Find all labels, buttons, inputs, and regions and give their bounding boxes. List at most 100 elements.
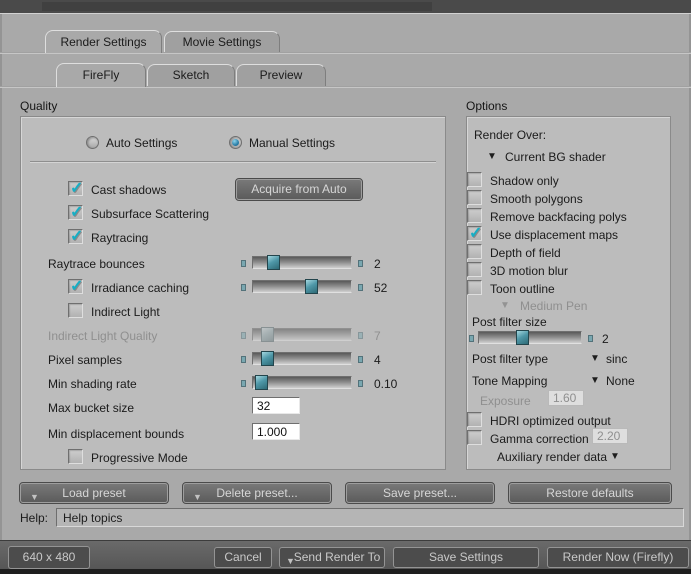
titlebar-inset	[42, 2, 432, 11]
progressive-mode-label: Progressive Mode	[91, 451, 188, 465]
use-displacement-maps-checkbox[interactable]	[467, 223, 482, 243]
send-render-to-button[interactable]: ▼ Send Render To	[279, 547, 385, 568]
load-preset-button[interactable]: ▼ Load preset	[19, 482, 169, 504]
cast-shadows-checkbox[interactable]	[68, 178, 83, 198]
manual-settings-label: Manual Settings	[249, 136, 336, 150]
irradiance-caching-checkbox[interactable]	[68, 276, 83, 296]
hdri-optimized-output-checkbox[interactable]	[467, 412, 482, 427]
render-over-dropdown-arrow-icon[interactable]: ▼	[487, 151, 497, 163]
render-now-button[interactable]: Render Now (Firefly)	[547, 547, 689, 568]
max-bucket-size-label: Max bucket size	[48, 401, 135, 415]
render-over-value[interactable]: Current BG shader	[505, 150, 606, 164]
use-displacement-maps-label: Use displacement maps	[490, 228, 619, 242]
smooth-polygons-label: Smooth polygons	[490, 192, 583, 206]
irradiance-caching-label: Irradiance caching	[91, 281, 190, 295]
delete-preset-button[interactable]: ▼ Delete preset...	[182, 482, 332, 504]
gamma-correction-input	[592, 428, 628, 444]
cancel-label: Cancel	[224, 550, 262, 564]
irradiance-caching-value: 52	[374, 281, 388, 295]
irradiance-caching-slider[interactable]	[252, 279, 352, 294]
gamma-correction-label: Gamma correction	[490, 432, 589, 446]
raytrace-bounces-label: Raytrace bounces	[48, 257, 145, 271]
auto-settings-radio[interactable]	[86, 136, 99, 149]
tab-render-settings[interactable]: Render Settings	[45, 30, 162, 53]
progressive-mode-checkbox[interactable]	[68, 449, 83, 464]
motion-blur-label: 3D motion blur	[490, 264, 569, 278]
irradiance-caching-left-cap	[241, 284, 246, 291]
depth-of-field-label: Depth of field	[490, 246, 561, 260]
save-preset-button[interactable]: Save preset...	[345, 482, 495, 504]
post-filter-size-label: Post filter size	[472, 315, 547, 329]
send-render-to-dropdown-arrow-icon: ▼	[286, 556, 295, 566]
manual-settings-radio[interactable]	[229, 136, 242, 149]
subsurface-scattering-checkbox[interactable]	[68, 202, 83, 222]
toon-outline-checkbox[interactable]	[467, 280, 482, 295]
depth-of-field-checkbox[interactable]	[467, 244, 482, 259]
delete-preset-dropdown-arrow-icon: ▼	[193, 492, 202, 502]
gamma-correction-checkbox[interactable]	[467, 430, 482, 445]
resolution-label: 640 x 480	[22, 550, 76, 564]
restore-defaults-button[interactable]: Restore defaults	[508, 482, 672, 504]
save-settings-button[interactable]: Save Settings	[393, 547, 539, 568]
indirect-light-quality-left-cap	[241, 332, 246, 339]
post-filter-size-thumb[interactable]	[515, 330, 529, 345]
render-now-label: Render Now (Firefly)	[562, 550, 674, 564]
motion-blur-checkbox[interactable]	[467, 262, 482, 277]
hdri-optimized-output-label: HDRI optimized output	[490, 414, 611, 428]
restore-defaults-label: Restore defaults	[546, 486, 634, 500]
pixel-samples-slider[interactable]	[252, 351, 352, 366]
post-filter-size-right-cap	[588, 335, 593, 342]
tone-mapping-value[interactable]: None	[606, 374, 635, 388]
tab-preview[interactable]: Preview	[236, 64, 326, 86]
auxiliary-render-data-dropdown-arrow-icon[interactable]: ▼	[610, 451, 620, 463]
indirect-light-quality-thumb	[260, 327, 274, 342]
min-shading-rate-slider[interactable]	[252, 375, 352, 390]
smooth-polygons-checkbox[interactable]	[467, 190, 482, 205]
pixel-samples-thumb[interactable]	[260, 351, 274, 366]
shadow-only-label: Shadow only	[490, 174, 559, 188]
resolution-button[interactable]: 640 x 480	[8, 546, 90, 569]
raytrace-bounces-thumb[interactable]	[266, 255, 280, 270]
acquire-from-auto-label: Acquire from Auto	[251, 182, 347, 196]
tab-sketch[interactable]: Sketch	[147, 64, 235, 86]
render-over-label: Render Over:	[474, 128, 547, 142]
shadow-only-checkbox[interactable]	[467, 172, 482, 187]
max-bucket-size-input[interactable]	[252, 397, 300, 414]
post-filter-size-slider[interactable]	[478, 330, 582, 345]
tab-firefly[interactable]: FireFly	[56, 63, 146, 87]
tab-movie-settings-label: Movie Settings	[182, 35, 262, 49]
remove-backfacing-polys-checkbox[interactable]	[467, 208, 482, 223]
min-displacement-bounds-input[interactable]	[252, 423, 300, 440]
irradiance-caching-thumb[interactable]	[304, 279, 318, 294]
tab-movie-settings[interactable]: Movie Settings	[164, 31, 280, 52]
tone-mapping-dropdown-arrow-icon[interactable]: ▼	[590, 375, 600, 387]
min-shading-rate-left-cap	[241, 380, 246, 387]
quality-section-title: Quality	[20, 99, 58, 113]
irradiance-caching-right-cap	[358, 284, 363, 291]
exposure-input	[548, 390, 584, 406]
post-filter-type-value[interactable]: sinc	[606, 352, 627, 366]
raytrace-bounces-right-cap	[358, 260, 363, 267]
pixel-samples-label: Pixel samples	[48, 353, 123, 367]
cast-shadows-label: Cast shadows	[91, 183, 167, 197]
cancel-button[interactable]: Cancel	[214, 547, 272, 568]
raytrace-bounces-slider[interactable]	[252, 255, 352, 270]
min-shading-rate-label: Min shading rate	[48, 377, 137, 391]
remove-backfacing-polys-label: Remove backfacing polys	[490, 210, 627, 224]
raytracing-checkbox[interactable]	[68, 226, 83, 246]
exposure-label: Exposure	[480, 394, 531, 408]
min-shading-rate-thumb[interactable]	[254, 375, 268, 390]
raytracing-label: Raytracing	[91, 231, 149, 245]
min-shading-rate-right-cap	[358, 380, 363, 387]
help-topics-field[interactable]	[56, 508, 684, 527]
indirect-light-quality-right-cap	[358, 332, 363, 339]
window-titlebar	[0, 0, 691, 13]
auxiliary-render-data-label[interactable]: Auxiliary render data	[497, 450, 607, 464]
pixel-samples-right-cap	[358, 356, 363, 363]
indirect-light-checkbox[interactable]	[68, 303, 83, 318]
raytrace-bounces-value: 2	[374, 257, 381, 271]
post-filter-type-dropdown-arrow-icon[interactable]: ▼	[590, 353, 600, 365]
pixel-samples-left-cap	[241, 356, 246, 363]
acquire-from-auto-button[interactable]: Acquire from Auto	[235, 178, 363, 201]
post-filter-size-value: 2	[602, 332, 609, 346]
